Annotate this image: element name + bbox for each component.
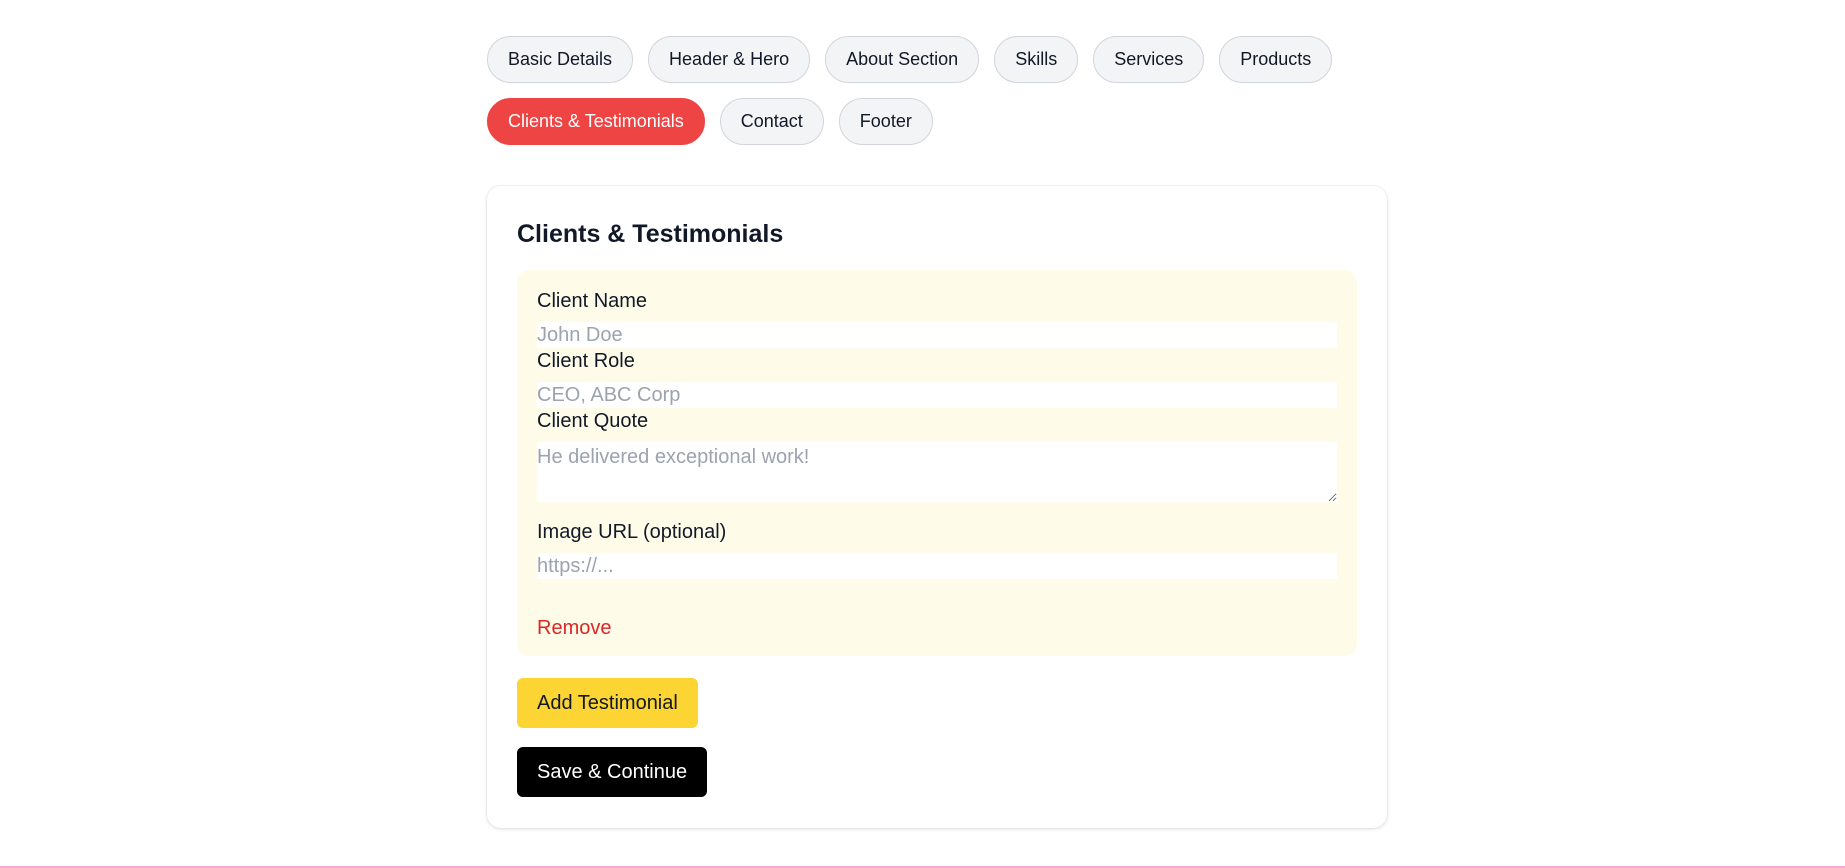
image-url-input[interactable] — [537, 553, 1337, 579]
testimonials-card: Clients & Testimonials Client Name Clien… — [487, 186, 1387, 828]
client-quote-label: Client Quote — [537, 410, 649, 432]
tab-row-2: Clients & Testimonials Contact Footer — [487, 98, 1387, 145]
tab-header-hero[interactable]: Header & Hero — [648, 36, 811, 83]
save-continue-button[interactable]: Save & Continue — [517, 747, 708, 797]
tab-products[interactable]: Products — [1219, 36, 1333, 83]
client-quote-textarea[interactable] — [537, 442, 1337, 502]
tab-about-section[interactable]: About Section — [825, 36, 980, 83]
remove-testimonial-button[interactable]: Remove — [537, 617, 611, 640]
tab-basic-details[interactable]: Basic Details — [487, 36, 634, 83]
tab-footer[interactable]: Footer — [838, 98, 933, 145]
client-name-label: Client Name — [537, 290, 648, 312]
page: Basic Details Header & Hero About Sectio… — [0, 0, 1845, 868]
tab-row-1: Basic Details Header & Hero About Sectio… — [487, 36, 1387, 83]
image-url-label: Image URL (optional) — [537, 521, 727, 543]
tab-services[interactable]: Services — [1093, 36, 1205, 83]
tab-clients-testimonials[interactable]: Clients & Testimonials — [487, 98, 705, 145]
tab-skills[interactable]: Skills — [994, 36, 1079, 83]
client-role-input[interactable] — [537, 382, 1337, 408]
section-title: Clients & Testimonials — [517, 220, 784, 248]
client-role-label: Client Role — [537, 350, 635, 372]
tab-contact[interactable]: Contact — [719, 98, 824, 145]
section-tabs: Basic Details Header & Hero About Sectio… — [487, 36, 1387, 160]
client-name-input[interactable] — [537, 322, 1337, 348]
add-testimonial-button[interactable]: Add Testimonial — [517, 678, 698, 728]
testimonial-entry: Client Name Client Role Client Quote Ima… — [517, 270, 1357, 656]
